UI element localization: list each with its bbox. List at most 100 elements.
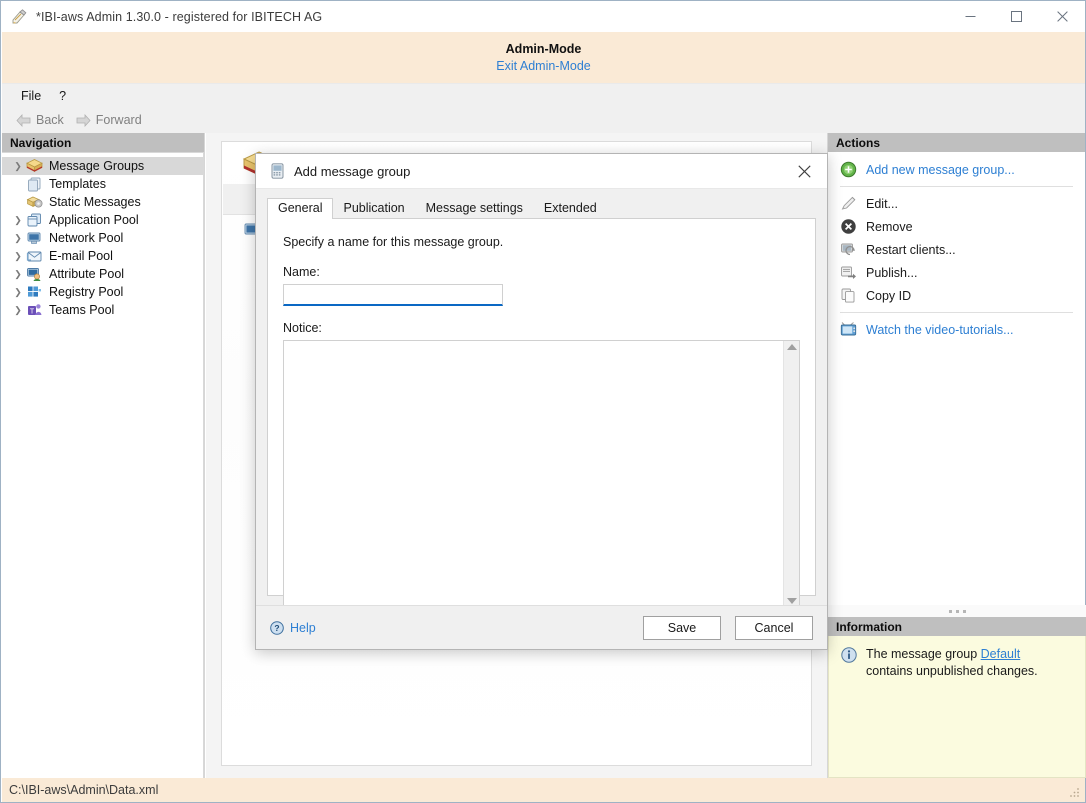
scroll-up-icon[interactable] xyxy=(787,344,797,350)
chevron-right-icon[interactable]: ❯ xyxy=(10,230,26,246)
notice-scrollbar[interactable] xyxy=(783,341,799,607)
tab-publication[interactable]: Publication xyxy=(332,198,415,219)
package-icon xyxy=(26,158,43,174)
copy-icon xyxy=(840,287,857,304)
sidebar-item-label: Network Pool xyxy=(49,231,123,245)
add-circle-icon xyxy=(840,161,857,178)
dialog-tabs: General Publication Message settings Ext… xyxy=(256,198,827,219)
back-button[interactable]: Back xyxy=(10,111,70,129)
navigation-toolbar: Back Forward xyxy=(2,107,1085,133)
tab-message-settings[interactable]: Message settings xyxy=(415,198,534,219)
action-edit[interactable]: Edit... xyxy=(828,192,1085,215)
application-window: *IBI-aws Admin 1.30.0 - registered for I… xyxy=(0,0,1086,803)
name-label: Name: xyxy=(283,265,800,279)
chevron-right-icon[interactable]: ❯ xyxy=(10,302,26,318)
close-icon[interactable] xyxy=(782,154,827,189)
resize-grip-icon[interactable] xyxy=(1068,786,1080,798)
tab-general[interactable]: General xyxy=(267,198,333,219)
action-remove[interactable]: Remove xyxy=(828,215,1085,238)
sidebar-item-application-pool[interactable]: ❯ Application Pool xyxy=(2,211,203,229)
email-icon xyxy=(26,248,43,264)
arrow-right-icon xyxy=(76,114,91,127)
svg-text:?: ? xyxy=(274,623,279,633)
notice-textarea[interactable] xyxy=(284,341,783,607)
action-label: Copy ID xyxy=(866,289,911,303)
sidebar-item-label: Teams Pool xyxy=(49,303,114,317)
action-label: Watch the video-tutorials... xyxy=(866,323,1014,337)
dialog-body: General Publication Message settings Ext… xyxy=(256,189,827,606)
tab-panel-general: Specify a name for this message group. N… xyxy=(267,218,816,596)
sidebar-item-attribute-pool[interactable]: ❯ Attribute Pool xyxy=(2,265,203,283)
television-icon xyxy=(840,321,857,338)
window-controls xyxy=(947,1,1085,32)
menu-item-help[interactable]: ? xyxy=(50,87,75,105)
templates-icon xyxy=(26,176,43,192)
action-label: Remove xyxy=(866,220,913,234)
back-label: Back xyxy=(36,113,64,127)
action-watch-video-tutorials[interactable]: Watch the video-tutorials... xyxy=(828,318,1085,341)
tab-extended[interactable]: Extended xyxy=(533,198,608,219)
sidebar-item-label: Registry Pool xyxy=(49,285,123,299)
panel-splitter[interactable] xyxy=(828,605,1086,617)
publish-icon xyxy=(840,264,857,281)
action-label: Edit... xyxy=(866,197,898,211)
dialog-buttons: Save Cancel xyxy=(643,616,813,640)
action-label: Add new message group... xyxy=(866,163,1015,177)
action-restart-clients[interactable]: Restart clients... xyxy=(828,238,1085,261)
action-publish[interactable]: Publish... xyxy=(828,261,1085,284)
info-link-default[interactable]: Default xyxy=(981,647,1021,661)
actions-list: Add new message group... Edit... xyxy=(828,152,1085,341)
chevron-right-icon[interactable]: ❯ xyxy=(10,158,26,174)
action-label: Publish... xyxy=(866,266,917,280)
actions-divider xyxy=(840,312,1073,313)
sidebar-item-label: Application Pool xyxy=(49,213,139,227)
close-icon[interactable] xyxy=(1039,1,1085,32)
save-button[interactable]: Save xyxy=(643,616,721,640)
menu-item-file[interactable]: File xyxy=(12,87,50,105)
information-header: Information xyxy=(828,617,1086,636)
dialog-title-bar: Add message group xyxy=(256,154,827,189)
sidebar-item-teams-pool[interactable]: ❯ T Teams Pool xyxy=(2,301,203,319)
pencil-icon xyxy=(840,195,857,212)
cancel-button[interactable]: Cancel xyxy=(735,616,813,640)
sidebar-item-email-pool[interactable]: ❯ E-mail Pool xyxy=(2,247,203,265)
info-text-after: contains unpublished changes. xyxy=(866,664,1038,678)
maximize-icon[interactable] xyxy=(993,1,1039,32)
information-text: The message group Default contains unpub… xyxy=(866,646,1062,680)
pen-document-icon xyxy=(10,8,28,26)
no-chevron-spacer xyxy=(10,194,26,210)
sidebar-item-message-groups[interactable]: ❯ Message Groups xyxy=(2,157,203,175)
action-add-new-message-group[interactable]: Add new message group... xyxy=(828,158,1085,181)
action-copy-id[interactable]: Copy ID xyxy=(828,284,1085,307)
sidebar-item-templates[interactable]: Templates xyxy=(2,175,203,193)
notice-field-wrapper xyxy=(283,340,800,608)
add-message-group-dialog: Add message group General Publication Me… xyxy=(255,153,828,650)
sidebar-item-label: Static Messages xyxy=(49,195,141,209)
name-input[interactable] xyxy=(283,284,503,306)
help-link[interactable]: ? Help xyxy=(270,621,316,635)
action-label: Restart clients... xyxy=(866,243,956,257)
sidebar-item-network-pool[interactable]: ❯ Network Pool xyxy=(2,229,203,247)
sidebar-item-registry-pool[interactable]: ❯ Registry Pool xyxy=(2,283,203,301)
chevron-right-icon[interactable]: ❯ xyxy=(10,212,26,228)
exit-admin-mode-link[interactable]: Exit Admin-Mode xyxy=(496,59,590,73)
chevron-right-icon[interactable]: ❯ xyxy=(10,248,26,264)
network-icon xyxy=(26,230,43,246)
static-msg-icon xyxy=(26,194,43,210)
actions-header: Actions xyxy=(828,133,1085,152)
sidebar-item-label: Attribute Pool xyxy=(49,267,124,281)
info-text-before: The message group xyxy=(866,647,981,661)
status-path: C:\IBI-aws\Admin\Data.xml xyxy=(9,783,158,797)
minimize-icon[interactable] xyxy=(947,1,993,32)
scroll-down-icon[interactable] xyxy=(787,598,797,604)
forward-button[interactable]: Forward xyxy=(70,111,148,129)
sidebar-item-static-messages[interactable]: Static Messages xyxy=(2,193,203,211)
no-chevron-spacer xyxy=(10,176,26,192)
help-label: Help xyxy=(290,621,316,635)
info-icon xyxy=(841,647,858,664)
chevron-right-icon[interactable]: ❯ xyxy=(10,266,26,282)
chevron-right-icon[interactable]: ❯ xyxy=(10,284,26,300)
navigation-tree: ❯ Message Groups xyxy=(2,152,204,778)
general-hint: Specify a name for this message group. xyxy=(283,235,800,249)
dialog-title: Add message group xyxy=(294,164,410,179)
